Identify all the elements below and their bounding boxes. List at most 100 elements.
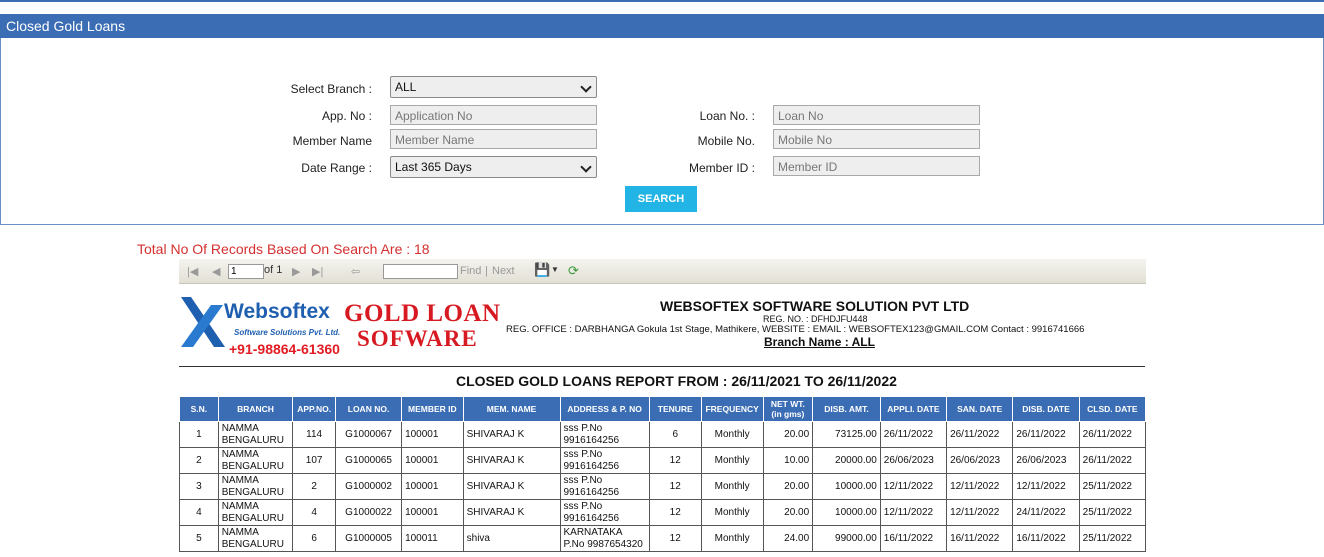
logo-phone: +91-98864-61360 <box>229 341 340 357</box>
table-cell: 12/11/2022 <box>879 473 948 500</box>
table-cell: 12/11/2022 <box>946 473 1014 500</box>
member-name-input[interactable]: Member Name <box>390 129 597 149</box>
reg-number: REG. NO. : DFHDJFU448 <box>763 314 868 324</box>
app-no-label: App. No : <box>321 109 372 123</box>
table-row: 3 NAMMA BENGALURU 2 G1000002 100001 SHIVARAJ … <box>179 473 1147 500</box>
logo-subtitle: Software Solutions Pvt. Ltd. <box>234 328 341 337</box>
table-cell: 114 <box>292 421 336 448</box>
table-header-row: S.N. BRANCH APP.NO. LOAN NO. MEMBER ID MEM. N… <box>179 396 1147 422</box>
page-title: Closed Gold Loans <box>6 18 126 34</box>
table-cell: 12 <box>648 525 702 552</box>
table-cell: 16/11/2022 <box>879 525 948 552</box>
search-button[interactable]: SEARCH <box>625 186 697 212</box>
date-range-select[interactable]: Last 365 Days <box>390 156 597 178</box>
report-toolbar: |◀ ◀ 1 of 1 ▶ ▶| ⇦ Find | Next 💾 ▼ ⟳ <box>179 259 1146 284</box>
table-cell: 2 <box>179 447 219 474</box>
branch-select[interactable]: ALL <box>390 76 597 98</box>
next-link[interactable]: Next <box>492 265 515 277</box>
table-cell: 25/11/2022 <box>1078 499 1147 526</box>
back-icon[interactable]: ⇦ <box>351 265 360 278</box>
gold-loan-subtitle: SOFWARE <box>357 326 478 351</box>
toolbar-separator: | <box>485 265 488 277</box>
table-row: 2 NAMMA BENGALURU 107 G1000065 100001 SHIVARA… <box>179 447 1147 474</box>
column-header: FREQUENCY <box>700 396 764 422</box>
table-cell: 20000.00 <box>812 447 881 474</box>
table-cell: NAMMA BENGALURU <box>217 499 294 526</box>
table-cell: 26/11/2022 <box>1078 447 1147 474</box>
table-cell: 26/06/2023 <box>946 447 1014 474</box>
logo-title: Websoftex <box>224 300 330 323</box>
report-title: CLOSED GOLD LOANS REPORT FROM : 26/11/20… <box>456 373 897 389</box>
prev-page-icon[interactable]: ◀ <box>212 265 220 278</box>
table-body: 1 NAMMA BENGALURU 114 G1000067 100001 SHIVARA… <box>179 421 1147 552</box>
table-cell: G1000067 <box>334 421 403 448</box>
table-cell: 24.00 <box>762 525 814 552</box>
table-cell: 26/11/2022 <box>1078 421 1147 448</box>
first-page-icon[interactable]: |◀ <box>187 265 198 278</box>
table-cell: G1000022 <box>334 499 403 526</box>
top-border <box>0 0 1324 2</box>
table-cell: 5 <box>179 525 219 552</box>
table-cell: 20.00 <box>762 499 814 526</box>
table-cell: SHIVARAJ K <box>462 473 561 500</box>
table-cell: 25/11/2022 <box>1078 525 1147 552</box>
table-row: 1 NAMMA BENGALURU 114 G1000067 100001 SHIVARA… <box>179 421 1147 448</box>
column-header: TENURE <box>648 396 702 422</box>
last-page-icon[interactable]: ▶| <box>312 265 323 278</box>
mobile-label: Mobile No. <box>697 134 755 148</box>
table-cell: 16/11/2022 <box>1012 525 1080 552</box>
table-cell: 16/11/2022 <box>946 525 1014 552</box>
refresh-icon[interactable]: ⟳ <box>568 263 579 279</box>
table-cell: 25/11/2022 <box>1078 473 1147 500</box>
member-id-label: Member ID : <box>688 161 755 175</box>
table-cell: 107 <box>292 447 336 474</box>
table-cell: 26/11/2022 <box>879 421 948 448</box>
table-cell: shiva <box>462 525 561 552</box>
table-cell: 6 <box>292 525 336 552</box>
table-cell: 10000.00 <box>812 473 881 500</box>
table-cell: Monthly <box>700 499 764 526</box>
page-number-input[interactable]: 1 <box>228 264 264 279</box>
table-cell: sss P.No 9916164256 <box>559 473 650 500</box>
table-cell: 6 <box>648 421 702 448</box>
branch-select-value: ALL <box>395 80 417 94</box>
table-cell: Monthly <box>700 421 764 448</box>
table-cell: 100001 <box>401 421 464 448</box>
export-dropdown-icon[interactable]: ▼ <box>551 265 559 274</box>
divider <box>179 366 1145 367</box>
report-body: Websoftex Software Solutions Pvt. Ltd. +… <box>179 283 1147 557</box>
table-cell: 26/11/2022 <box>946 421 1014 448</box>
mobile-input[interactable]: Mobile No <box>773 129 980 149</box>
table-cell: 3 <box>179 473 219 500</box>
column-header: NET WT. (in gms) <box>762 396 814 422</box>
app-no-input[interactable]: Application No <box>390 105 597 125</box>
table-cell: 12 <box>648 447 702 474</box>
table-cell: 10000.00 <box>812 499 881 526</box>
loan-no-input[interactable]: Loan No <box>773 105 980 125</box>
table-cell: 100001 <box>401 499 464 526</box>
chevron-down-icon <box>580 81 592 93</box>
table-cell: G1000005 <box>334 525 403 552</box>
table-cell: 100011 <box>401 525 464 552</box>
table-cell: G1000002 <box>334 473 403 500</box>
column-header: MEM. NAME <box>462 396 561 422</box>
records-count: Total No Of Records Based On Search Are … <box>137 241 430 257</box>
table-cell: 4 <box>179 499 219 526</box>
date-range-label: Date Range : <box>301 161 372 175</box>
column-header: DISB. DATE <box>1012 396 1080 422</box>
websoftex-logo-icon <box>181 297 225 347</box>
table-cell: sss P.No 9916164256 <box>559 499 650 526</box>
find-link[interactable]: Find <box>460 265 481 277</box>
gold-loan-title: GOLD LOAN <box>344 300 501 327</box>
table-cell: 12 <box>648 499 702 526</box>
branch-label: Select Branch : <box>290 82 372 96</box>
next-page-icon[interactable]: ▶ <box>292 265 300 278</box>
table-cell: 73125.00 <box>812 421 881 448</box>
column-header: SAN. DATE <box>946 396 1014 422</box>
export-icon[interactable]: 💾 <box>534 262 550 278</box>
column-header: APPLI. DATE <box>879 396 948 422</box>
find-input[interactable] <box>383 264 458 279</box>
table-cell: G1000065 <box>334 447 403 474</box>
table-cell: 12/11/2022 <box>1012 473 1080 500</box>
member-id-input[interactable]: Member ID <box>773 156 980 176</box>
